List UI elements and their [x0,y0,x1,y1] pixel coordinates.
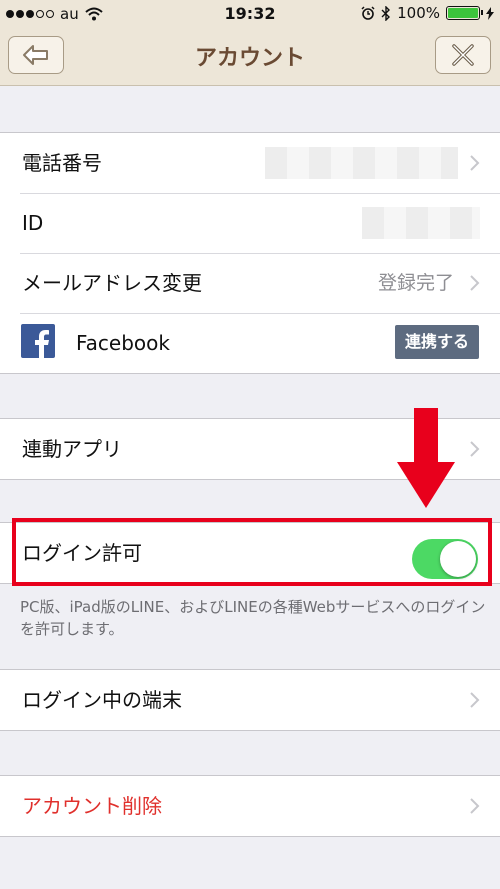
login-permission-description: PC版、iPad版のLINE、およびLINEの各種Webサービスへのログインを許… [20,598,486,638]
highlight-box [12,518,492,586]
email-change-label: メールアドレス変更 [22,271,202,295]
facebook-row: Facebook 連携する [0,313,500,373]
close-button[interactable] [435,36,491,74]
bluetooth-icon [381,5,391,21]
linked-apps-label: 連動アプリ [22,437,122,461]
down-arrow-annotation-icon [397,408,455,508]
chevron-right-icon [470,441,480,457]
battery-percent: 100% [397,4,440,22]
delete-account-label: アカウント削除 [22,794,162,818]
phone-number-value-redacted [265,147,458,179]
battery-fill [448,8,478,18]
battery-icon [446,6,483,20]
id-label: ID [22,211,44,235]
chevron-right-icon [470,692,480,708]
facebook-label: Facebook [76,331,170,355]
page-title: アカウント [194,46,305,71]
chevron-right-icon [470,155,480,171]
id-row: ID [0,193,500,253]
phone-number-label: 電話番号 [22,151,102,175]
email-change-row[interactable]: メールアドレス変更 登録完了 [0,253,500,313]
chevron-right-icon [470,798,480,814]
email-status: 登録完了 [377,272,454,294]
chevron-right-icon [470,275,480,291]
alarm-clock-icon [361,6,375,20]
account-settings-group: 電話番号 ID メールアドレス変更 登録完了 Facebook 連携する [0,132,500,374]
facebook-connect-button[interactable]: 連携する [394,325,479,359]
charging-bolt-icon [486,6,494,20]
top-bar: au 19:32 100% アカウント [0,0,500,86]
phone-number-row[interactable]: 電話番号 [0,133,500,193]
status-right: 100% [361,4,494,22]
delete-account-row[interactable]: アカウント削除 [0,776,500,836]
close-icon [452,44,474,66]
logged-in-devices-row[interactable]: ログイン中の端末 [0,670,500,730]
delete-account-group: アカウント削除 [0,775,500,837]
id-value-redacted [362,207,480,239]
status-bar: au 19:32 100% [0,0,500,30]
logged-in-devices-label: ログイン中の端末 [22,688,182,712]
facebook-icon [21,324,55,358]
logged-in-devices-group: ログイン中の端末 [0,669,500,731]
